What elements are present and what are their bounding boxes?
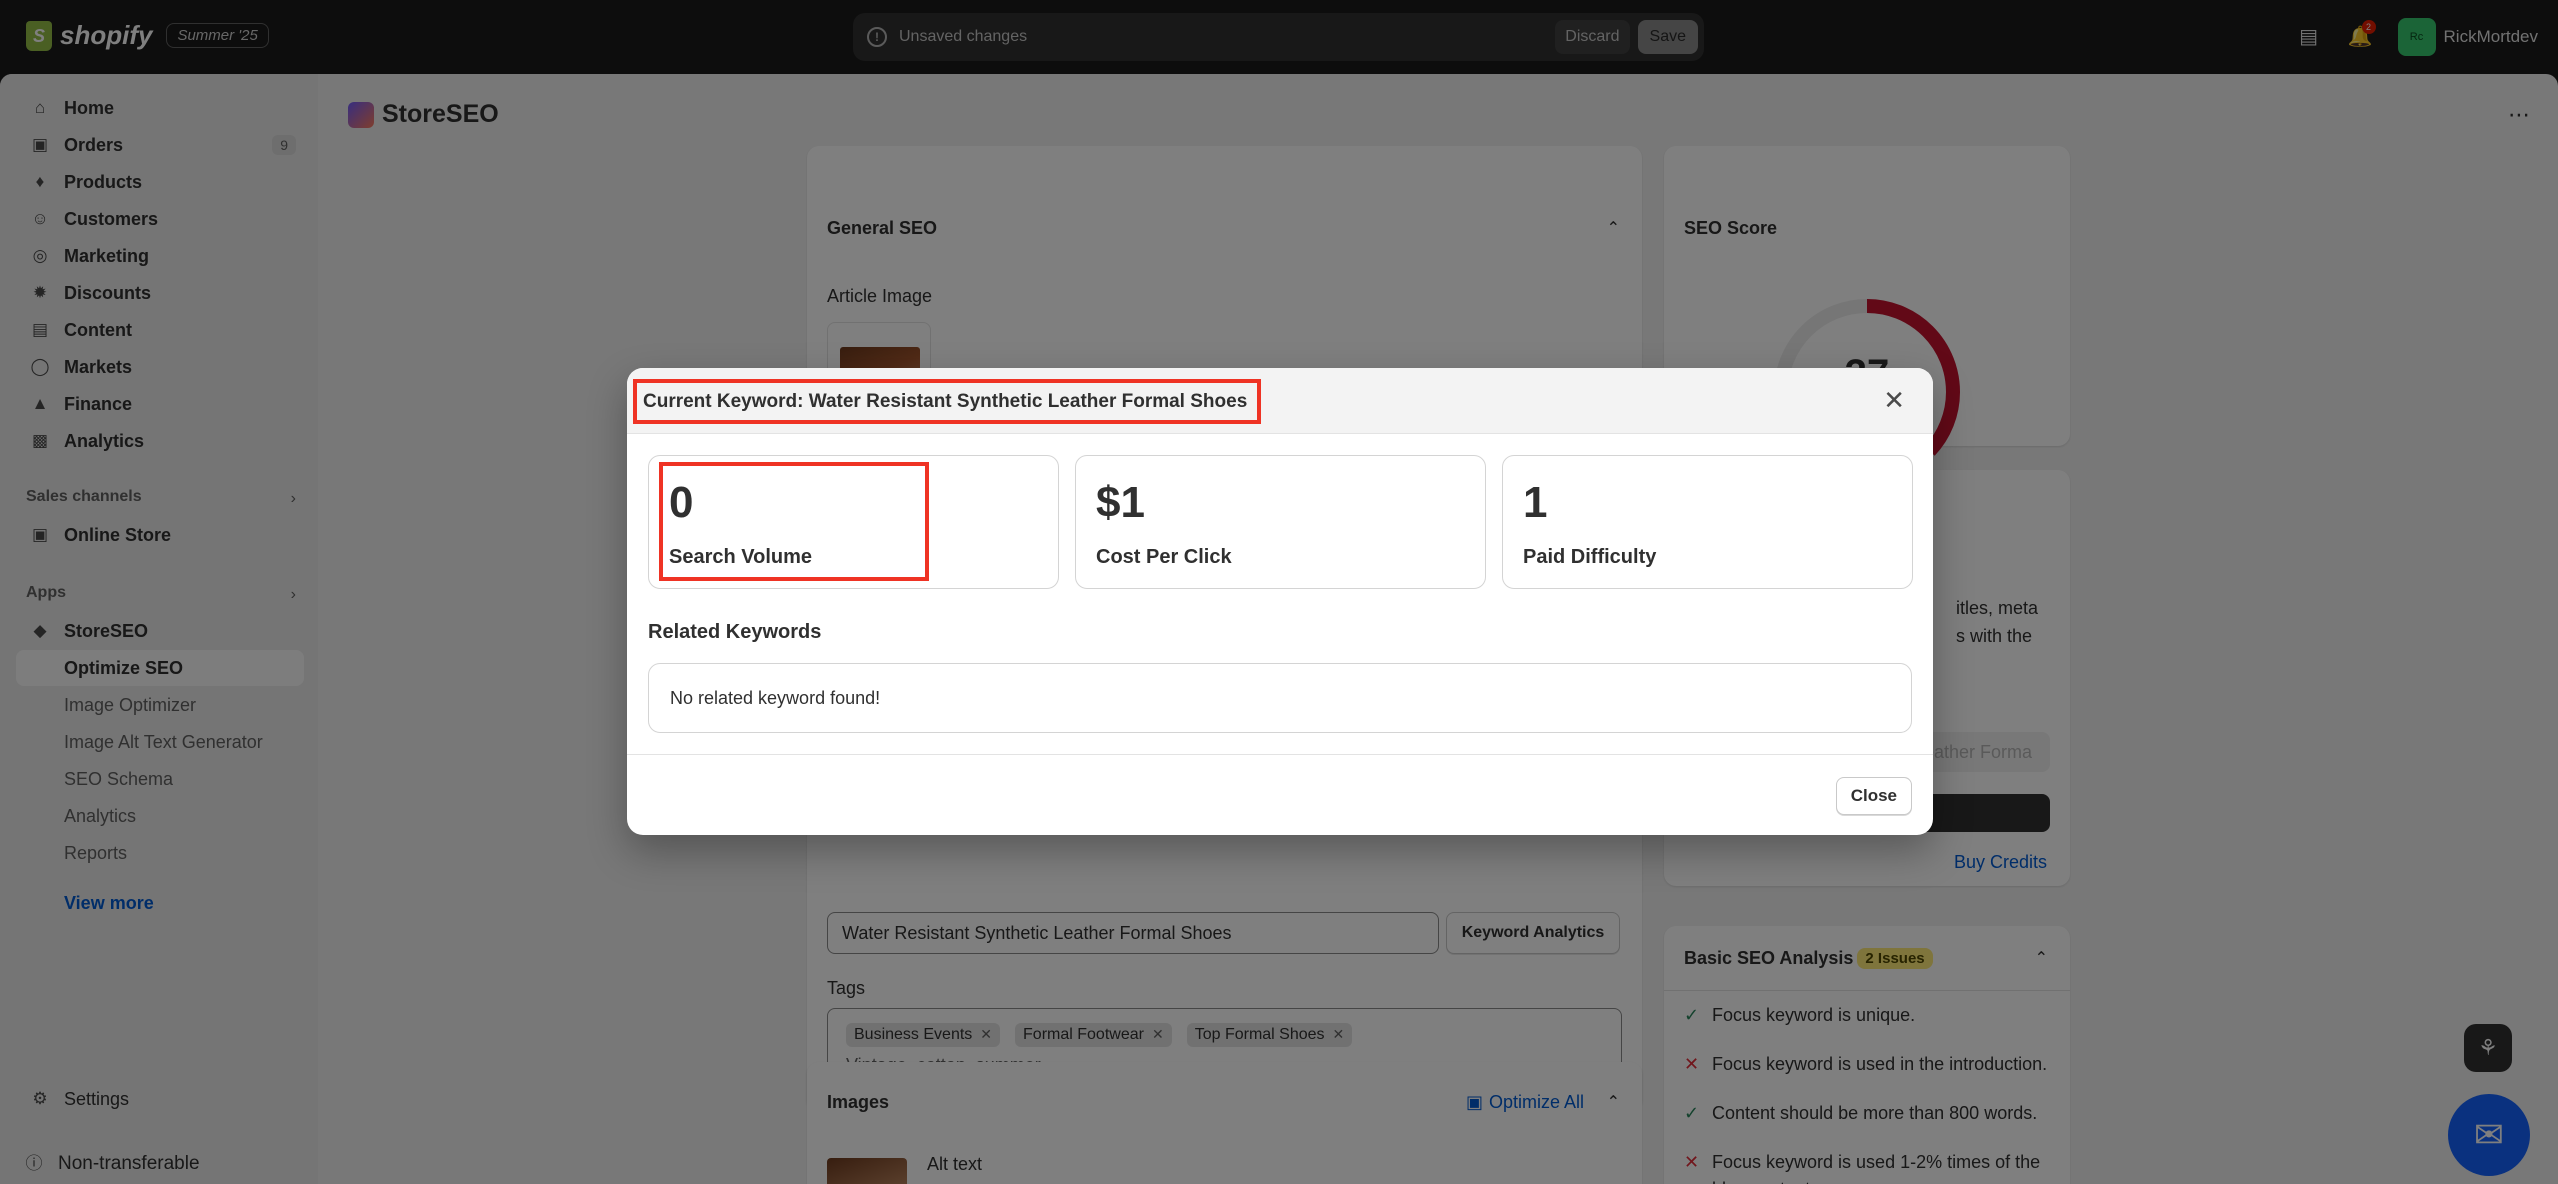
search-volume-value: 0 [669,478,694,527]
modal-header: Current Keyword: Water Resistant Synthet… [627,368,1933,434]
search-volume-card: 0 Search Volume [648,455,1059,589]
cost-per-click-card: $1 Cost Per Click [1075,455,1486,589]
modal-footer: Close [627,754,1933,835]
paid-difficulty-card: 1 Paid Difficulty [1502,455,1913,589]
paid-difficulty-value: 1 [1523,478,1548,527]
modal-title: Current Keyword: Water Resistant Synthet… [633,379,1262,424]
keyword-analytics-modal: Current Keyword: Water Resistant Synthet… [627,368,1933,835]
cost-per-click-value: $1 [1096,478,1145,527]
paid-difficulty-label: Paid Difficulty [1523,546,1657,568]
close-icon[interactable]: ✕ [1883,386,1905,414]
related-keywords-empty: No related keyword found! [648,663,1912,733]
close-button[interactable]: Close [1835,777,1912,815]
search-volume-label: Search Volume [669,546,813,568]
cost-per-click-label: Cost Per Click [1096,546,1232,568]
related-keywords-title: Related Keywords [648,621,822,643]
